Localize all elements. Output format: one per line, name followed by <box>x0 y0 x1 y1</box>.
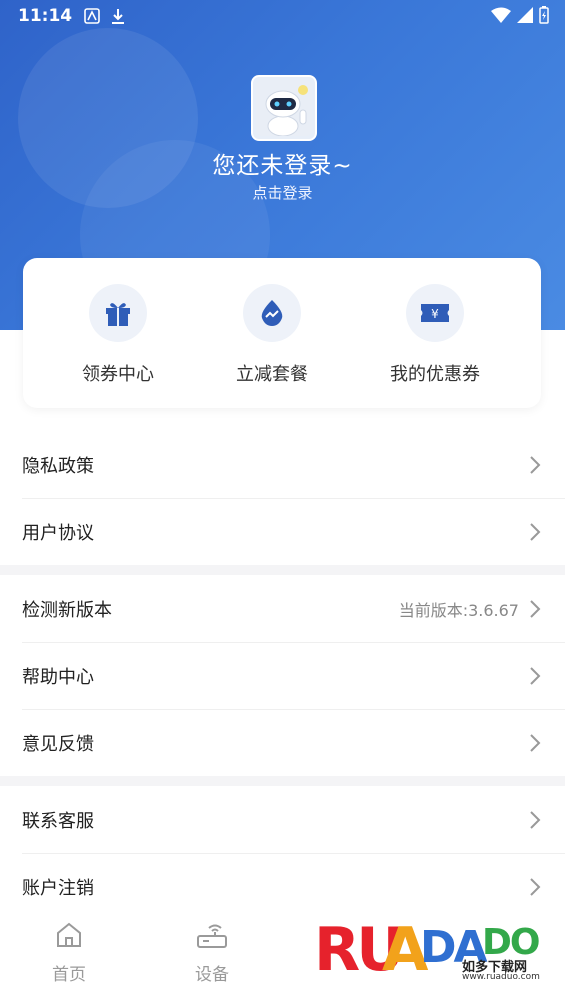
notification-a-icon <box>84 8 100 24</box>
login-link[interactable]: 点击登录 <box>0 182 565 203</box>
quick-action-label: 我的优惠券 <box>390 364 480 385</box>
quick-action-label: 领券中心 <box>82 364 154 385</box>
gift-icon <box>89 284 147 342</box>
menu-privacy-policy[interactable]: 隐私政策 <box>0 432 565 498</box>
menu-label: 检测新版本 <box>22 600 112 621</box>
menu-feedback[interactable]: 意见反馈 <box>0 710 565 776</box>
chevron-right-icon <box>530 734 541 752</box>
menu-user-agreement[interactable]: 用户协议 <box>0 499 565 565</box>
battery-icon <box>539 6 549 24</box>
menu-check-update[interactable]: 检测新版本 当前版本:3.6.67 <box>0 576 565 642</box>
menu-label: 隐私政策 <box>22 456 94 477</box>
tab-home[interactable]: 首页 <box>19 920 119 985</box>
menu-label: 联系客服 <box>22 811 94 832</box>
menu-label: 意见反馈 <box>22 734 94 755</box>
section-gap <box>0 565 565 575</box>
watermark-graphic: RU A DA DO <box>314 915 541 985</box>
section-gap <box>0 776 565 786</box>
quick-action-label: 立减套餐 <box>236 364 308 385</box>
status-bar: 11:14 <box>0 0 565 32</box>
menu-label: 帮助中心 <box>22 667 94 688</box>
chevron-right-icon <box>530 456 541 474</box>
chevron-right-icon <box>530 523 541 541</box>
drop-trend-icon <box>243 284 301 342</box>
signal-icon <box>517 7 533 23</box>
tab-label: 首页 <box>52 965 86 985</box>
tab-label: 设备 <box>195 965 229 985</box>
quick-action-discount-package[interactable]: 立减套餐 <box>197 284 347 386</box>
chevron-right-icon <box>530 667 541 685</box>
chevron-right-icon <box>530 878 541 896</box>
quick-actions-card: 领券中心 立减套餐 ¥ 我的优惠券 <box>23 258 541 408</box>
avatar[interactable] <box>251 75 317 141</box>
menu-help-center[interactable]: 帮助中心 <box>0 643 565 709</box>
robot-avatar-icon <box>256 80 312 136</box>
login-title[interactable]: 您还未登录~ <box>0 146 565 180</box>
menu-label: 用户协议 <box>22 523 94 544</box>
menu-label: 账户注销 <box>22 878 94 899</box>
chevron-right-icon <box>530 811 541 829</box>
watermark-url: www.ruaduo.com <box>462 972 540 982</box>
app-version: 当前版本:3.6.67 <box>398 601 519 620</box>
download-icon <box>112 9 125 24</box>
quick-action-coupon-center[interactable]: 领券中心 <box>43 284 193 386</box>
svg-text:¥: ¥ <box>431 307 439 321</box>
coupon-yen-icon: ¥ <box>406 284 464 342</box>
menu-contact-support[interactable]: 联系客服 <box>0 787 565 853</box>
wifi-icon <box>491 7 511 23</box>
status-time: 11:14 <box>18 6 73 26</box>
watermark-logo: RU A DA DO 如多下载网 www.ruaduo.com <box>312 904 562 1000</box>
tab-devices[interactable]: 设备 <box>162 920 262 985</box>
router-icon <box>197 924 227 948</box>
home-icon <box>57 922 81 947</box>
quick-action-my-coupons[interactable]: ¥ 我的优惠券 <box>360 284 510 386</box>
chevron-right-icon <box>530 600 541 618</box>
